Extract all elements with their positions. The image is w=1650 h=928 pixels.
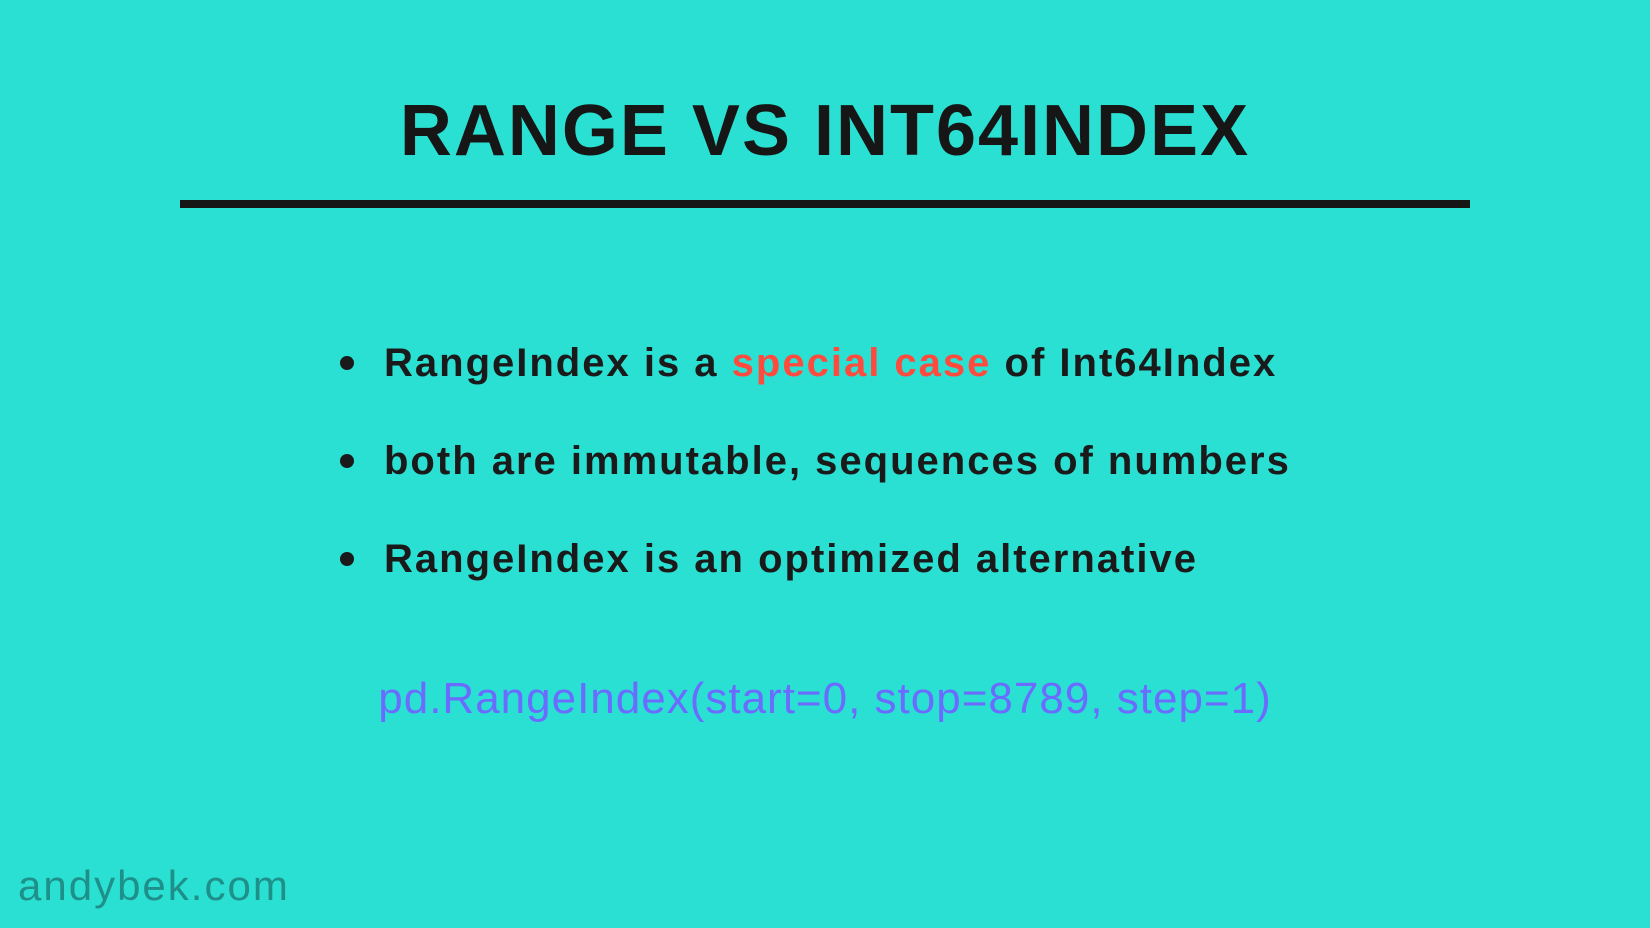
- bullet-text-pre: both are immutable, sequences of numbers: [384, 439, 1291, 483]
- slide-title: RANGE VS INT64INDEX: [140, 90, 1510, 172]
- bullet-item: RangeIndex is a special case of Int64Ind…: [340, 338, 1510, 388]
- title-divider: [180, 200, 1470, 208]
- slide: RANGE VS INT64INDEX RangeIndex is a spec…: [0, 0, 1650, 928]
- bullet-text-pre: RangeIndex is an optimized alternative: [384, 537, 1198, 581]
- bullet-list: RangeIndex is a special case of Int64Ind…: [340, 338, 1510, 584]
- bullet-highlight: special case: [732, 341, 992, 385]
- bullet-item: RangeIndex is an optimized alternative: [340, 534, 1510, 584]
- code-example: pd.RangeIndex(start=0, stop=8789, step=1…: [140, 674, 1510, 724]
- bullet-item: both are immutable, sequences of numbers: [340, 436, 1510, 486]
- footer-brand: andybek.com: [18, 862, 290, 910]
- bullet-text-pre: RangeIndex is a: [384, 341, 732, 385]
- bullet-text-post: of Int64Index: [991, 341, 1277, 385]
